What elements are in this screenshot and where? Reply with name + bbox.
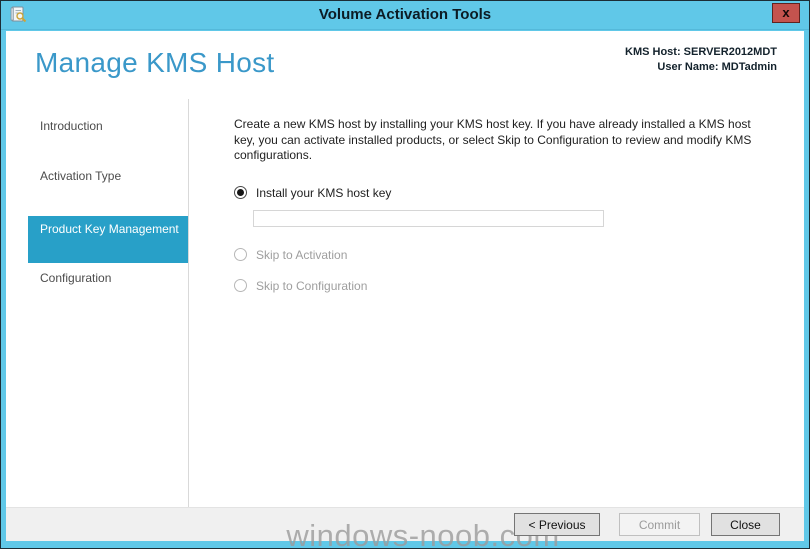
client-area: Manage KMS Host KMS Host: SERVER2012MDT … xyxy=(6,31,804,541)
wizard-main: Introduction Activation Type Product Key… xyxy=(6,99,804,507)
description-line: configurations. xyxy=(234,148,313,162)
volume-activation-tools-window: Volume Activation Tools x Manage KMS Hos… xyxy=(0,0,810,549)
commit-button[interactable]: Commit xyxy=(619,513,700,536)
host-info: KMS Host: SERVER2012MDT User Name: MDTad… xyxy=(625,45,777,75)
sidebar-item-product-key-management[interactable]: Product Key Management xyxy=(28,216,188,263)
description-line: key, you can activate installed products… xyxy=(234,132,752,147)
radio-label: Skip to Activation xyxy=(256,247,348,262)
radio-skip-to-activation[interactable]: Skip to Activation xyxy=(234,248,804,262)
page-title: Manage KMS Host xyxy=(35,47,275,78)
wizard-header: Manage KMS Host KMS Host: SERVER2012MDT … xyxy=(6,31,804,99)
kms-host-key-input[interactable] xyxy=(253,209,604,227)
wizard-content: Create a new KMS host by installing your… xyxy=(189,99,804,507)
radio-install-kms-host-key[interactable]: Install your KMS host key xyxy=(234,186,804,200)
sidebar-item-configuration[interactable]: Configuration xyxy=(40,271,111,285)
description-line: Create a new KMS host by installing your… xyxy=(234,117,751,131)
close-button[interactable]: x xyxy=(772,3,800,23)
radio-label: Skip to Configuration xyxy=(256,278,368,293)
sidebar-item-introduction[interactable]: Introduction xyxy=(40,119,103,133)
description: Create a new KMS host by installing your… xyxy=(234,117,804,164)
close-wizard-button[interactable]: Close xyxy=(711,513,780,536)
sidebar-item-activation-type[interactable]: Activation Type xyxy=(40,169,121,183)
window-title: Volume Activation Tools xyxy=(318,6,492,23)
radio-button-icon[interactable] xyxy=(234,279,247,292)
radio-button-icon[interactable] xyxy=(234,248,247,261)
wizard-steps-sidebar: Introduction Activation Type Product Key… xyxy=(6,99,189,507)
app-icon xyxy=(10,6,27,23)
titlebar[interactable]: Volume Activation Tools x xyxy=(1,1,809,30)
radio-button-icon[interactable] xyxy=(234,186,247,199)
user-name-label: User Name: MDTadmin xyxy=(657,61,777,73)
wizard-footer: < Previous Commit Close xyxy=(6,507,804,541)
radio-label: Install your KMS host key xyxy=(256,185,392,200)
kms-host-label: KMS Host: SERVER2012MDT xyxy=(625,46,777,58)
radio-skip-to-configuration[interactable]: Skip to Configuration xyxy=(234,279,804,293)
previous-button[interactable]: < Previous xyxy=(514,513,600,536)
